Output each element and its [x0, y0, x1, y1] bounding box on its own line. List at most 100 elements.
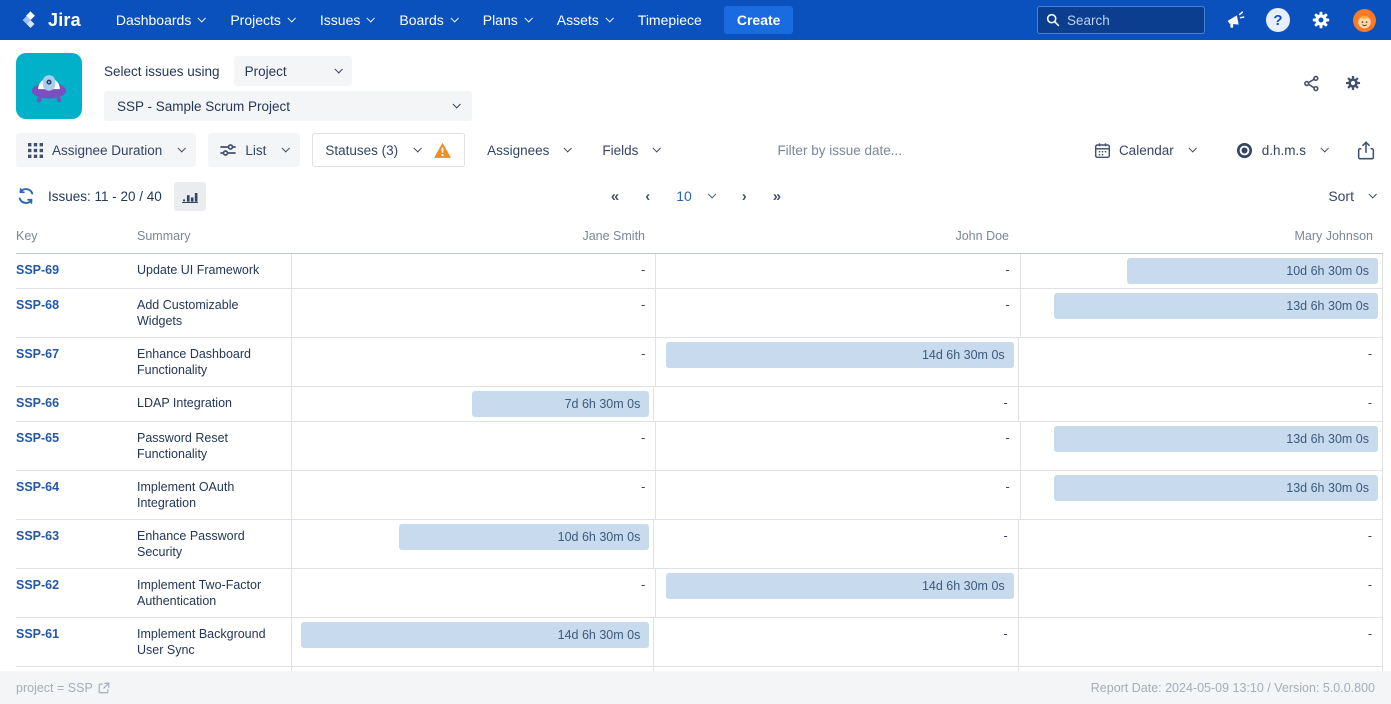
report-footer: project = SSP Report Date: 2024-05-09 13…: [0, 671, 1391, 704]
nav-menu-item[interactable]: Dashboards: [103, 0, 218, 40]
sort-dropdown[interactable]: Sort: [1328, 188, 1375, 204]
announcements-icon[interactable]: [1222, 7, 1248, 33]
project-select[interactable]: SSP - Sample Scrum Project: [104, 91, 472, 121]
issue-key-link[interactable]: SSP-61: [16, 627, 59, 641]
units-label: d.h.m.s: [1262, 143, 1306, 158]
duration-cell: 13d 6h 30m 0s: [1020, 422, 1383, 470]
view-dropdown[interactable]: List: [208, 133, 300, 167]
nav-menu-item[interactable]: Timepiece: [625, 0, 715, 40]
export-icon[interactable]: [1357, 141, 1375, 160]
chevron-down-icon: [178, 144, 186, 152]
sliders-icon: [220, 142, 236, 158]
view-label: List: [245, 143, 266, 158]
issue-summary-cell: Add Customizable Widgets: [137, 289, 291, 337]
grid-icon: [28, 143, 43, 158]
duration-bar: 10d 6h 30m 0s: [399, 524, 650, 550]
user-avatar[interactable]: [1351, 7, 1377, 33]
issue-key-link[interactable]: SSP-67: [16, 347, 59, 361]
chart-view-button[interactable]: [174, 182, 206, 211]
issue-date-filter-input[interactable]: [777, 143, 967, 158]
sort-label: Sort: [1328, 188, 1354, 204]
pager: « ‹ 10 › »: [611, 188, 780, 205]
duration-cell: -: [653, 618, 1017, 666]
report-type-dropdown[interactable]: Assignee Duration: [16, 133, 196, 167]
first-page-button[interactable]: «: [611, 188, 618, 205]
chevron-down-icon: [450, 14, 458, 22]
duration-bar: 10d 6h 30m 0s: [1127, 258, 1378, 284]
statuses-dropdown[interactable]: Statuses (3): [312, 133, 465, 167]
duration-cell: -: [1018, 338, 1383, 386]
table-row: SSP-61 Implement Background User Sync 14…: [16, 618, 1383, 667]
table-row: SSP-65 Password Reset Functionality - - …: [16, 422, 1383, 471]
chevron-down-icon: [564, 144, 572, 152]
duration-bar: 7d 6h 30m 0s: [472, 391, 649, 417]
main-menu: Dashboards Projects Issues Boards Plans …: [103, 0, 715, 40]
column-header-summary: Summary: [137, 229, 291, 243]
nav-menu-item[interactable]: Assets: [544, 0, 625, 40]
duration-cell: -: [655, 422, 1019, 470]
chevron-down-icon: [653, 144, 661, 152]
report-settings-gear-icon[interactable]: [1343, 73, 1363, 93]
issue-key-link[interactable]: SSP-69: [16, 263, 59, 277]
assignee-duration-table: Key Summary Jane Smith John Doe Mary Joh…: [16, 221, 1383, 702]
issue-key-link[interactable]: SSP-66: [16, 396, 59, 410]
table-row: SSP-69 Update UI Framework - - 10d 6h 30…: [16, 254, 1383, 289]
help-icon[interactable]: ?: [1265, 7, 1291, 33]
issue-key-link[interactable]: SSP-64: [16, 480, 59, 494]
duration-cell: -: [291, 569, 655, 617]
nav-menu-item[interactable]: Plans: [470, 0, 544, 40]
last-page-button[interactable]: »: [773, 188, 780, 205]
assignees-dropdown[interactable]: Assignees: [477, 133, 580, 167]
duration-cell: 13d 6h 30m 0s: [1020, 289, 1383, 337]
report-type-label: Assignee Duration: [52, 143, 162, 158]
issue-source-select[interactable]: Project: [234, 56, 352, 86]
prev-page-button[interactable]: ‹: [645, 188, 649, 205]
table-row: SSP-64 Implement OAuth Integration - - 1…: [16, 471, 1383, 520]
duration-cell: -: [655, 289, 1019, 337]
chevron-down-icon: [198, 14, 206, 22]
issue-key-link[interactable]: SSP-63: [16, 529, 59, 543]
fields-dropdown[interactable]: Fields: [592, 133, 669, 167]
select-issues-label: Select issues using: [104, 64, 220, 79]
external-link-icon[interactable]: [98, 682, 110, 694]
top-navbar: Jira Dashboards Projects Issues Boards P…: [0, 0, 1391, 40]
table-header-row: Key Summary Jane Smith John Doe Mary Joh…: [16, 221, 1383, 254]
nav-menu-label: Assets: [557, 12, 599, 28]
duration-bar: 14d 6h 30m 0s: [301, 622, 649, 648]
calendar-label: Calendar: [1119, 143, 1174, 158]
chevron-down-icon: [282, 144, 290, 152]
duration-bar: 13d 6h 30m 0s: [1054, 426, 1378, 452]
duration-cell: -: [653, 387, 1017, 421]
nav-menu-item[interactable]: Issues: [307, 0, 386, 40]
duration-cell: -: [1018, 618, 1383, 666]
jira-logo[interactable]: Jira: [20, 10, 81, 31]
duration-cell: -: [1018, 520, 1383, 568]
duration-cell: 10d 6h 30m 0s: [1020, 254, 1383, 288]
nav-menu-item[interactable]: Boards: [386, 0, 469, 40]
calendar-dropdown[interactable]: Calendar: [1084, 133, 1205, 167]
issue-key-link[interactable]: SSP-62: [16, 578, 59, 592]
chevron-down-icon: [524, 14, 532, 22]
issue-key-link[interactable]: SSP-65: [16, 431, 59, 445]
issue-key-cell: SSP-63: [16, 520, 137, 568]
issue-key-cell: SSP-65: [16, 422, 137, 470]
table-row: SSP-66 LDAP Integration 7d 6h 30m 0s - -: [16, 387, 1383, 422]
search-input[interactable]: [1067, 13, 1196, 28]
calendar-icon: [1094, 142, 1111, 159]
issue-key-cell: SSP-66: [16, 387, 137, 421]
chevron-down-icon: [1368, 190, 1376, 198]
share-icon[interactable]: [1302, 74, 1321, 93]
issue-key-link[interactable]: SSP-68: [16, 298, 59, 312]
global-search[interactable]: [1037, 6, 1205, 34]
create-button[interactable]: Create: [724, 6, 794, 34]
page-size-select[interactable]: 10: [676, 188, 715, 204]
duration-cell: 13d 6h 30m 0s: [1020, 471, 1383, 519]
units-dropdown[interactable]: d.h.m.s: [1225, 133, 1337, 167]
settings-gear-icon[interactable]: [1308, 7, 1334, 33]
duration-cell: -: [1018, 387, 1383, 421]
nav-menu-label: Plans: [483, 12, 518, 28]
table-row: SSP-68 Add Customizable Widgets - - 13d …: [16, 289, 1383, 338]
next-page-button[interactable]: ›: [742, 188, 746, 205]
nav-menu-item[interactable]: Projects: [217, 0, 307, 40]
refresh-icon[interactable]: [16, 186, 36, 206]
